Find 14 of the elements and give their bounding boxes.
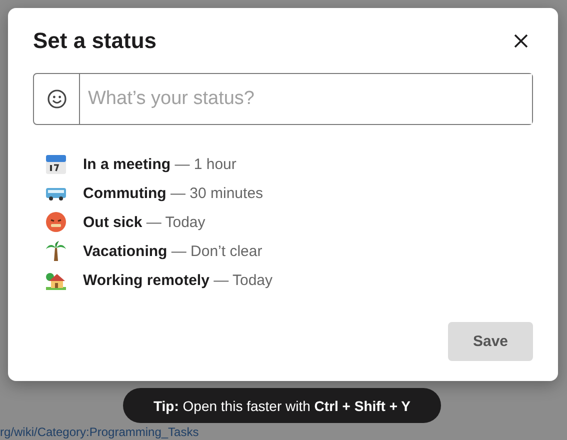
status-option[interactable]: Working remotely — Today [83, 272, 273, 288]
smiley-icon [46, 89, 66, 109]
close-icon [513, 33, 529, 49]
status-option[interactable]: In a meeting — 1 hour [83, 156, 236, 172]
status-field[interactable]: What’s your status? [33, 73, 533, 125]
status-option[interactable]: Vacationing — Don’t clear [83, 242, 262, 260]
status-option[interactable]: Out sick — Today [83, 214, 206, 230]
palm-tree-icon [45, 240, 67, 262]
status-option[interactable]: Commuting — 30 minutes [83, 184, 264, 202]
tip-tooltip: Tip: Open this faster with Ctrl + Shift + Y [123, 388, 441, 423]
calendar-icon [45, 153, 67, 175]
sick-face-icon [45, 211, 67, 233]
dialog-title: Set a status [33, 28, 156, 54]
save-button[interactable]: Save [448, 322, 533, 361]
